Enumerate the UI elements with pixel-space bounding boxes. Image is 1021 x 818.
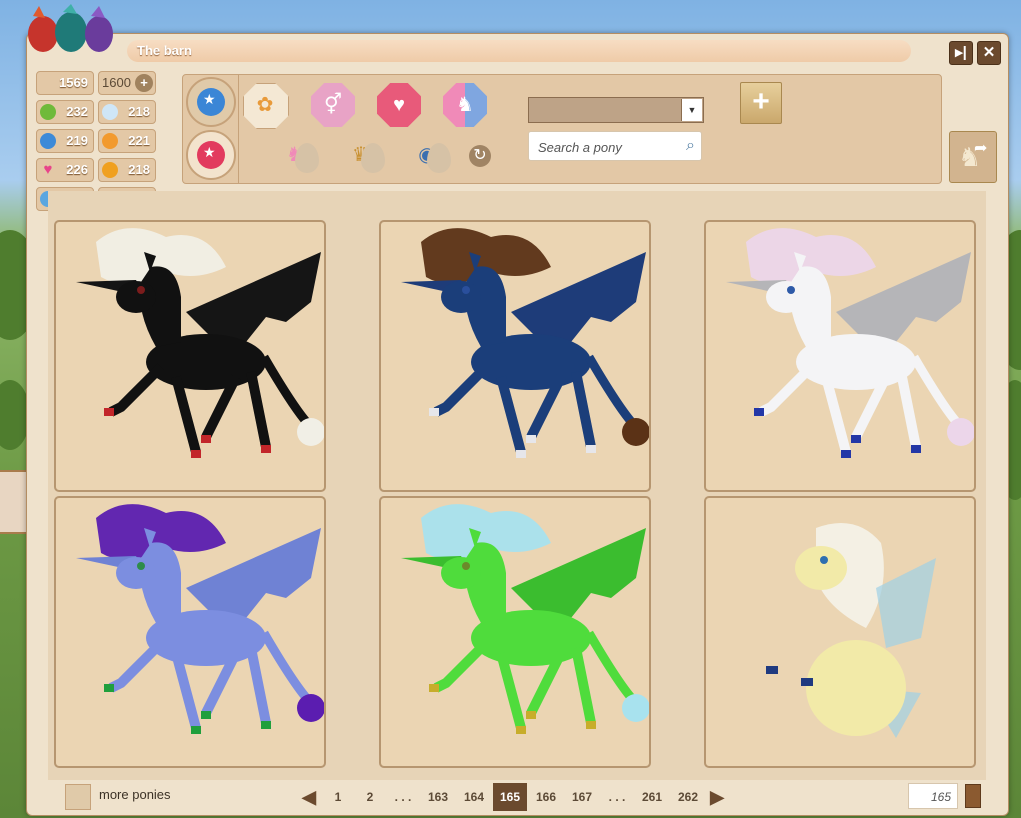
stat-paw: 218 [98, 158, 156, 182]
pony-image [76, 228, 324, 458]
heart-icon: ♥ [43, 161, 53, 178]
pony-card[interactable] [54, 496, 326, 768]
pagination-current-page[interactable]: 165 [493, 783, 527, 811]
pony-export-icon[interactable]: ♞ ➦ [949, 131, 997, 183]
more-ponies-checkbox[interactable] [65, 784, 91, 810]
search-icon[interactable]: ⌕ [686, 137, 695, 155]
more-ponies-label: more ponies [99, 787, 171, 802]
stat-blue-drops: 219 [36, 129, 94, 153]
close-icon[interactable]: ✕ [977, 41, 1001, 65]
sort-dropdown[interactable]: ▼ [528, 97, 704, 123]
go-page-button[interactable] [965, 784, 981, 808]
folder-star-icon[interactable]: ★ [186, 77, 236, 127]
stat-value: 232 [66, 104, 88, 119]
pony-foal-image [766, 523, 936, 738]
pony-image [76, 504, 324, 734]
stat-heart: ♥ 226 [36, 158, 94, 182]
arrow-left-icon[interactable]: ◀ [299, 783, 319, 811]
stat-value: 218 [128, 104, 150, 119]
arrow-right-icon[interactable]: ▶ [707, 783, 727, 811]
pagination-page[interactable]: 262 [671, 783, 705, 811]
breeding-ring-icon[interactable]: ♥ [377, 83, 421, 127]
paw-icon [102, 162, 118, 178]
search-box[interactable]: ⌕ [528, 131, 702, 162]
blue-drops-icon [40, 133, 56, 149]
color-palette-icon[interactable]: ✿ [243, 83, 289, 129]
pagination-ellipsis: . . . [394, 790, 412, 804]
stat-value: 226 [66, 162, 88, 177]
stat-value: 219 [66, 133, 88, 148]
page-number-input[interactable]: 165 [908, 783, 958, 809]
toolbar-divider [238, 75, 239, 183]
pagination-page[interactable]: 167 [565, 783, 599, 811]
stat-green-apple: 232 [36, 100, 94, 124]
pagination-ellipsis: . . . [608, 790, 626, 804]
orange-swirl-icon [102, 133, 118, 149]
pagination-page[interactable]: 166 [529, 783, 563, 811]
trophy-filter-drop[interactable] [361, 143, 385, 173]
pagination-page[interactable]: 1 [323, 783, 353, 811]
window-title: The barn [127, 40, 911, 62]
stat-value: 1569 [59, 75, 88, 90]
pony-card[interactable] [704, 220, 976, 492]
refresh-icon[interactable]: ↻ [469, 145, 491, 167]
stat-gold: 1569 [36, 71, 94, 95]
pony-card[interactable] [54, 220, 326, 492]
green-apple-icon [40, 104, 56, 120]
pony-filter-drop[interactable] [295, 143, 319, 173]
pony-card[interactable] [704, 496, 976, 768]
pagination-page[interactable]: 261 [635, 783, 669, 811]
pony-pair-icon[interactable]: ♞ [443, 83, 487, 127]
stat-value: 218 [128, 162, 150, 177]
stat-cloud: 218 [98, 100, 156, 124]
pagination-page[interactable]: 2 [355, 783, 385, 811]
pagination-page[interactable]: 163 [421, 783, 455, 811]
skip-icon[interactable]: ▸| [949, 41, 973, 65]
add-gold-icon[interactable]: + [135, 74, 153, 92]
pony-image [401, 504, 649, 734]
chevron-down-icon[interactable]: ▼ [681, 99, 702, 121]
pony-card[interactable] [379, 496, 651, 768]
cloud-icon [102, 104, 118, 120]
stat-value: 1600 [102, 75, 131, 90]
star-icon[interactable]: ★ [186, 130, 236, 180]
pony-image [401, 228, 649, 458]
gender-icon[interactable]: ⚥ [311, 83, 355, 127]
search-input[interactable] [529, 132, 680, 162]
game-logo-icon [28, 4, 113, 52]
pony-image [726, 228, 974, 458]
add-button[interactable]: + [740, 82, 782, 124]
barn-window: The barn ▸| ✕ 1569 1600 + 232 218 219 22… [26, 4, 1009, 816]
pagination-page[interactable]: 164 [457, 783, 491, 811]
barn-toolbar: ★ ★ ✿ ⚥ ♥ ♞ ♞ ♛ ◉ [182, 74, 942, 184]
stat-value: 221 [128, 133, 150, 148]
stat-limit: 1600 + [98, 71, 156, 95]
eye-filter-drop[interactable] [427, 143, 451, 173]
stat-orange-swirl: 221 [98, 129, 156, 153]
pony-card[interactable] [379, 220, 651, 492]
